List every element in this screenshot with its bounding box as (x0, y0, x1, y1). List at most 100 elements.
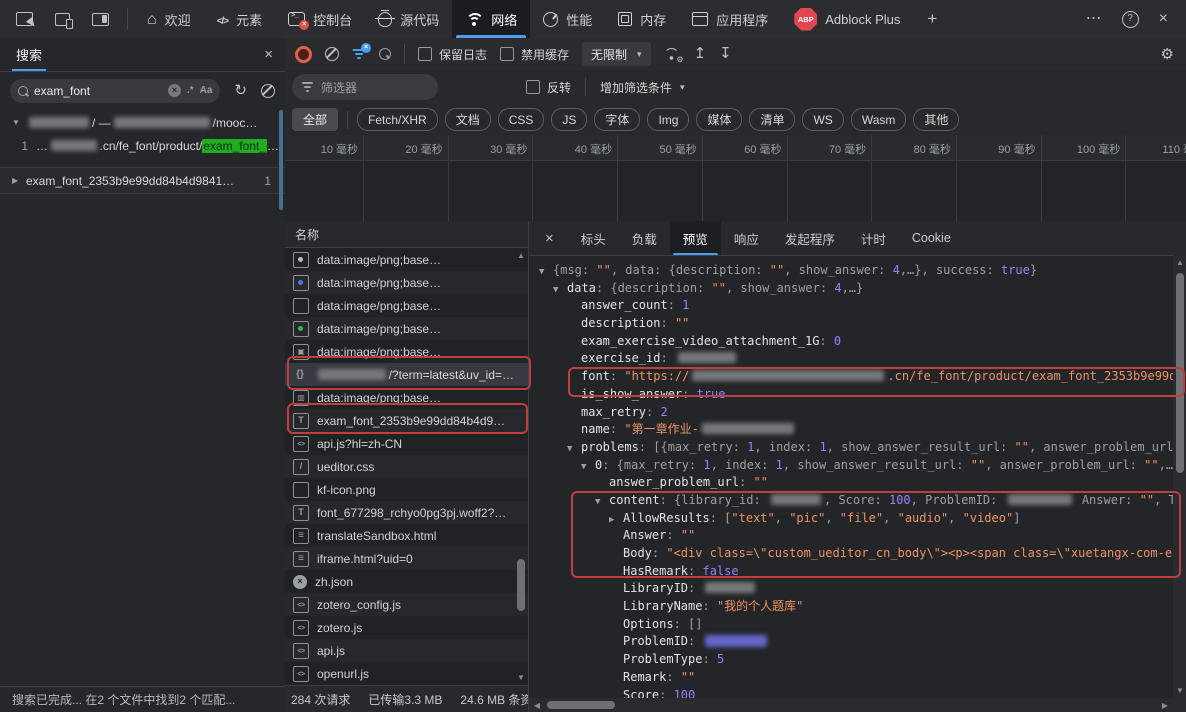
request-row[interactable]: openurl.js (285, 662, 528, 685)
disable-cache-checkbox[interactable]: 禁用缓存 (500, 46, 569, 63)
disclosure-triangle-icon[interactable]: ▼ (567, 441, 581, 459)
help-icon[interactable]: ? (1122, 11, 1139, 28)
details-tab-预览[interactable]: 预览 (670, 221, 721, 255)
network-overview-timeline[interactable]: 10 毫秒20 毫秒30 毫秒40 毫秒50 毫秒60 毫秒70 毫秒80 毫秒… (285, 135, 1186, 221)
dock-side-icon[interactable] (92, 13, 109, 26)
request-row[interactable]: exam_font_2353b9e99dd84b4d9… (285, 409, 528, 432)
disclosure-triangle-icon[interactable]: ▶ (12, 176, 26, 185)
disclosure-triangle-icon[interactable]: ▼ (595, 494, 609, 512)
request-row[interactable]: translateSandbox.html (285, 524, 528, 547)
tab-adblock[interactable]: ABPAdblock Plus (781, 0, 913, 38)
regex-toggle-icon[interactable]: .* (187, 85, 194, 96)
tab-network[interactable]: 网络 (452, 0, 530, 38)
filter-toggle-icon[interactable]: × (352, 48, 366, 60)
details-tab-响应[interactable]: 响应 (721, 221, 772, 255)
close-search-panel-icon[interactable]: × (264, 46, 273, 63)
more-tools-button[interactable]: + (913, 0, 951, 38)
request-row[interactable]: zotero_config.js (285, 593, 528, 616)
request-row[interactable]: zotero.js (285, 616, 528, 639)
tab-welcome[interactable]: 欢迎 (134, 0, 204, 38)
request-row[interactable]: kf-icon.png (285, 478, 528, 501)
request-list-scrollbar[interactable]: ▲ ▼ (514, 249, 528, 684)
request-row[interactable]: api.js?hl=zh-CN (285, 432, 528, 455)
tab-search[interactable]: 搜索 (12, 38, 46, 71)
type-filter-chip[interactable]: 清单 (749, 108, 795, 131)
type-filter-chip[interactable]: 文档 (445, 108, 491, 131)
details-tab-负载[interactable]: 负载 (619, 221, 670, 255)
type-filter-chip[interactable]: Wasm (851, 108, 907, 131)
scrollbar-thumb[interactable] (517, 559, 525, 611)
disclosure-triangle-icon[interactable]: ▼ (12, 118, 26, 127)
type-filter-chip[interactable]: 字体 (594, 108, 640, 131)
type-filter-chip[interactable]: Img (647, 108, 689, 131)
search-file-row[interactable]: ▶exam_font_2353b9e99dd84b4d9841…1 (0, 167, 285, 194)
type-filter-chip[interactable]: CSS (498, 108, 545, 131)
invert-filter-checkbox[interactable]: 反转 (526, 79, 571, 96)
refresh-search-icon[interactable]: ↻ (234, 83, 247, 98)
export-har-icon[interactable]: ↧ (719, 47, 732, 61)
tab-memory[interactable]: 内存 (605, 0, 679, 38)
device-toolbar-icon[interactable] (55, 13, 70, 26)
request-row[interactable]: zh.json (285, 570, 528, 593)
disclosure-triangle-icon[interactable]: ▼ (553, 282, 567, 300)
type-filter-chip[interactable]: WS (802, 108, 843, 131)
details-tab-标头[interactable]: 标头 (568, 221, 619, 255)
details-tab-Cookie[interactable]: Cookie (899, 221, 964, 255)
checkbox-icon[interactable] (526, 80, 540, 94)
network-settings-gear-icon[interactable]: ⚙ (1161, 45, 1174, 63)
request-row[interactable]: data:image/png;base… (285, 271, 528, 294)
more-options-icon[interactable]: ⋯ (1086, 11, 1102, 27)
scroll-right-icon[interactable]: ▶ (1160, 701, 1170, 710)
disclosure-triangle-icon[interactable]: ▼ (581, 459, 595, 477)
filter-input[interactable]: 筛选器 (292, 74, 438, 100)
details-tab-发起程序[interactable]: 发起程序 (772, 221, 848, 255)
type-filter-chip[interactable]: 其他 (913, 108, 959, 131)
request-row[interactable]: data:image/png;base… (285, 248, 528, 271)
tab-elements[interactable]: 元素 (204, 0, 275, 38)
type-filter-chip[interactable]: Fetch/XHR (357, 108, 438, 131)
search-match-row[interactable]: 1….cn/fe_font/product/exam_font_… (0, 134, 285, 157)
preview-vertical-scrollbar[interactable]: ▲ ▼ (1173, 255, 1186, 698)
close-details-icon[interactable]: × (529, 221, 568, 255)
tab-application[interactable]: 应用程序 (679, 0, 781, 38)
search-input[interactable]: exam_font × .* Aa (10, 79, 220, 103)
tab-console[interactable]: 控制台 (275, 0, 365, 38)
tab-sources[interactable]: 源代码 (365, 0, 452, 38)
request-row[interactable]: api.js (285, 639, 528, 662)
request-row[interactable]: {}/?term=latest&uv_id=… (285, 363, 528, 386)
clear-search-icon[interactable] (261, 84, 275, 98)
match-case-toggle-icon[interactable]: Aa (200, 85, 213, 96)
close-devtools-icon[interactable]: × (1159, 11, 1168, 27)
request-row[interactable]: ueditor.css (285, 455, 528, 478)
import-har-icon[interactable]: ↥ (694, 47, 707, 61)
request-row[interactable]: iframe.html?uid=0 (285, 547, 528, 570)
scroll-down-icon[interactable]: ▼ (1175, 686, 1185, 695)
throttling-select[interactable]: 无限制 ▾ (582, 42, 651, 66)
preview-horizontal-scrollbar[interactable]: ◀ ▶ (529, 698, 1173, 712)
tab-performance[interactable]: 性能 (530, 0, 605, 38)
record-network-log-button[interactable] (295, 46, 312, 63)
scrollbar-thumb[interactable] (547, 701, 615, 709)
disclosure-triangle-icon[interactable]: ▼ (539, 264, 553, 282)
type-filter-chip[interactable]: 全部 (292, 108, 338, 131)
inspect-element-icon[interactable] (16, 12, 33, 26)
clear-query-icon[interactable]: × (168, 84, 181, 97)
type-filter-chip[interactable]: 媒体 (696, 108, 742, 131)
clear-network-log-icon[interactable] (325, 47, 339, 61)
sidebar-scrollbar-thumb[interactable] (279, 110, 283, 210)
request-row[interactable]: data:image/png;base… (285, 340, 528, 363)
scroll-down-icon[interactable]: ▼ (516, 673, 526, 682)
network-conditions-icon[interactable] (664, 48, 681, 61)
checkbox-icon[interactable] (500, 47, 514, 61)
checkbox-icon[interactable] (418, 47, 432, 61)
type-filter-chip[interactable]: JS (551, 108, 587, 131)
scroll-up-icon[interactable]: ▲ (1175, 258, 1185, 267)
more-filters-dropdown[interactable]: 增加筛选条件 ▾ (600, 79, 685, 96)
scroll-left-icon[interactable]: ◀ (532, 701, 542, 710)
scroll-up-icon[interactable]: ▲ (516, 251, 526, 260)
request-row[interactable]: font_677298_rchyo0pg3pj.woff2?… (285, 501, 528, 524)
request-row[interactable]: data:image/png;base… (285, 317, 528, 340)
request-row[interactable]: data:image/png;base… (285, 294, 528, 317)
details-tab-计时[interactable]: 计时 (848, 221, 899, 255)
request-row[interactable]: data:image/png;base… (285, 386, 528, 409)
